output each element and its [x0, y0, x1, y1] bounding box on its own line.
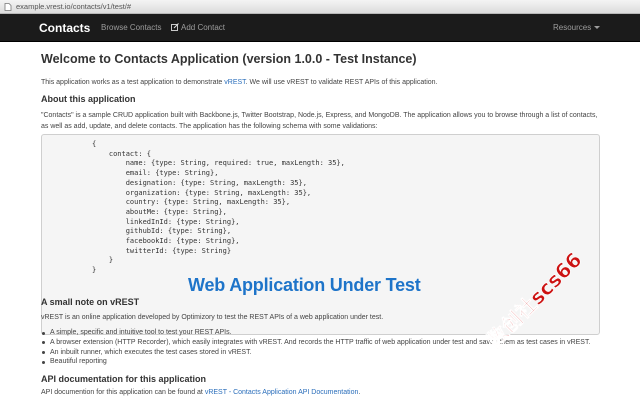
- overlay-caption: Web Application Under Test: [188, 275, 421, 295]
- brand-link[interactable]: Contacts: [39, 21, 90, 35]
- nav-resources-label: Resources: [553, 23, 592, 32]
- api-docs-link[interactable]: vREST - Contacts Application API Documen…: [205, 389, 359, 396]
- intro-text: This application works as a test applica…: [41, 79, 225, 86]
- note-heading: A small note on vREST: [41, 297, 140, 307]
- watermark-logo: 数创社scs66: [482, 247, 587, 352]
- api-heading: API documentation for this application: [41, 374, 207, 384]
- nav-add-contact[interactable]: Add Contact: [171, 23, 225, 32]
- page-title: Welcome to Contacts Application (version…: [41, 52, 417, 66]
- url-text[interactable]: example.vrest.io/contacts/v1/test/#: [16, 1, 131, 13]
- intro-paragraph: This application works as a test applica…: [41, 79, 437, 86]
- about-heading: About this application: [41, 94, 136, 104]
- nav-add-contact-label: Add Contact: [181, 23, 226, 32]
- api-text-end: .: [358, 389, 361, 396]
- page-icon: [4, 3, 12, 11]
- note-paragraph: vREST is an online application developed…: [41, 314, 384, 321]
- api-text: API documention for this application can…: [41, 389, 205, 396]
- svg-text:数创社scs66: 数创社scs66: [482, 248, 586, 352]
- nav-resources-dropdown[interactable]: Resources: [553, 23, 601, 32]
- vrest-link[interactable]: vREST: [224, 79, 245, 86]
- chevron-down-icon: [594, 26, 601, 29]
- browser-address-bar: example.vrest.io/contacts/v1/test/#: [0, 0, 640, 14]
- about-paragraph: "Contacts" is a sample CRUD application …: [41, 112, 598, 130]
- main-content: Welcome to Contacts Application (version…: [41, 52, 606, 396]
- top-navbar: Contacts Browse Contacts Add Contact Res…: [0, 14, 640, 42]
- edit-plus-icon: [171, 23, 179, 31]
- nav-browse-contacts[interactable]: Browse Contacts: [101, 23, 161, 32]
- api-paragraph: API documention for this application can…: [41, 389, 360, 396]
- intro-text-end: . We will use vREST to validate REST API…: [245, 79, 438, 86]
